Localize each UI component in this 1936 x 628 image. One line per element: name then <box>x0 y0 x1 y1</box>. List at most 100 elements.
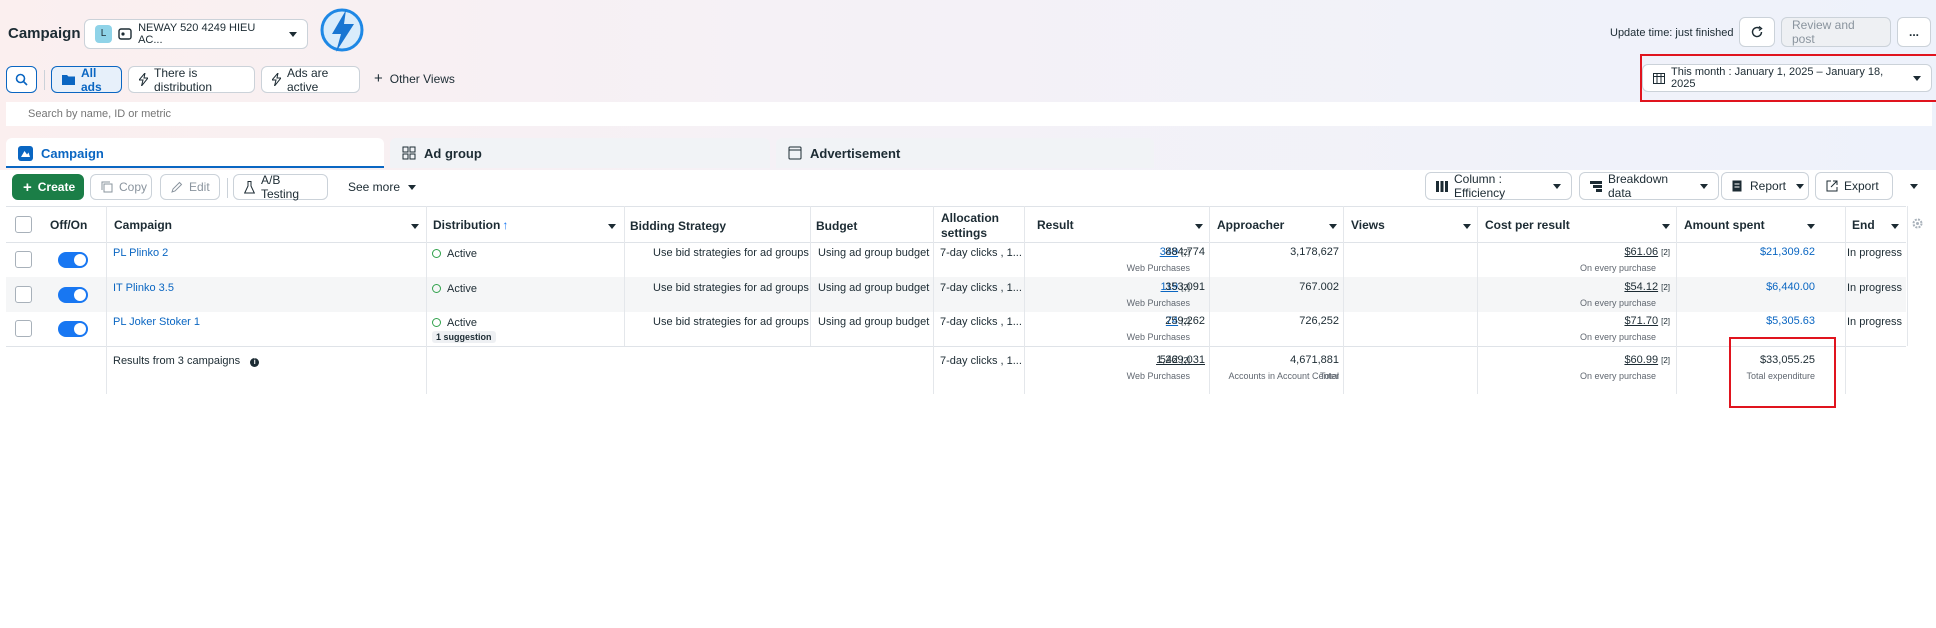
col-header-result[interactable]: Result <box>1037 218 1074 232</box>
status-dot-icon <box>432 249 441 258</box>
campaign-toggle[interactable] <box>58 252 88 268</box>
distribution-status-label: Active <box>447 283 477 295</box>
amount-spent-value[interactable]: $5,305.63 <box>1680 315 1815 327</box>
col-header-approacher[interactable]: Approacher <box>1217 218 1284 232</box>
report-label: Report <box>1750 179 1787 193</box>
col-divider <box>1024 206 1025 394</box>
view-all-ads[interactable]: All ads <box>51 66 122 94</box>
row-checkbox[interactable] <box>15 320 32 337</box>
col-header-distribution-label: Distribution <box>433 218 501 232</box>
ab-testing-button[interactable]: A/B Testing <box>233 173 328 201</box>
col-header-off-on: Off/On <box>50 218 88 232</box>
col-header-allocation-2: settings <box>941 226 988 240</box>
bolt-icon <box>139 73 148 86</box>
totals-views-sub: Total <box>1319 371 1339 381</box>
other-views-button[interactable]: + Other Views <box>374 71 455 86</box>
chevron-down-icon[interactable] <box>1807 224 1815 229</box>
create-button[interactable]: + Create <box>12 174 84 200</box>
allocation-settings: 7-day clicks , 1... <box>940 282 1022 294</box>
select-all-checkbox[interactable] <box>15 216 32 233</box>
info-icon[interactable]: i <box>250 358 260 367</box>
other-views-label: Other Views <box>389 72 455 86</box>
report-button[interactable]: Report <box>1721 172 1809 200</box>
chevron-down-icon[interactable] <box>1463 224 1471 229</box>
cost-sub: On every purchase <box>1579 263 1656 273</box>
search-button[interactable] <box>6 66 37 93</box>
chevron-down-icon[interactable] <box>411 224 419 229</box>
flask-icon <box>244 180 255 194</box>
totals-cost-note: [2] <box>1661 356 1670 365</box>
export-icon <box>1826 180 1838 192</box>
campaign-name-link[interactable]: PL Joker Stoker 1 <box>113 316 200 328</box>
chevron-down-icon[interactable] <box>608 224 616 229</box>
campaign-name-link[interactable]: IT Plinko 3.5 <box>113 282 174 294</box>
cost-value-number: $61.06 <box>1624 246 1659 258</box>
col-header-campaign[interactable]: Campaign <box>114 218 172 232</box>
column-efficiency-button[interactable]: Column : Efficiency <box>1425 172 1572 200</box>
table-totals-border <box>6 346 1906 347</box>
view-ads-are-active[interactable]: Ads are active <box>261 66 360 94</box>
amount-spent-value[interactable]: $21,309.62 <box>1680 246 1815 258</box>
amount-spent-value[interactable]: $6,440.00 <box>1680 281 1815 293</box>
create-label: Create <box>37 180 76 194</box>
chevron-down-icon[interactable] <box>1195 224 1203 229</box>
totals-allocation: 7-day clicks , 1... <box>940 355 1022 367</box>
col-header-amount-spent[interactable]: Amount spent <box>1684 218 1765 232</box>
view-distribution-label: There is distribution <box>154 65 213 94</box>
edit-button[interactable]: Edit <box>160 174 220 200</box>
export-button[interactable]: Export <box>1815 172 1893 200</box>
col-divider <box>106 206 107 394</box>
breakdown-data-button[interactable]: Breakdown data <box>1579 172 1719 200</box>
plus-icon: + <box>23 178 32 196</box>
see-more-button[interactable]: See more <box>348 180 417 194</box>
col-header-end[interactable]: End <box>1852 218 1875 232</box>
distribution-status: Active <box>432 283 477 295</box>
col-header-cost-per-result[interactable]: Cost per result <box>1485 218 1570 232</box>
chevron-down-icon[interactable] <box>1662 224 1670 229</box>
tab-ad-group[interactable]: Ad group <box>390 138 770 168</box>
col-divider <box>1845 206 1846 394</box>
col-header-distribution[interactable]: Distribution ↑ <box>433 218 508 232</box>
review-and-post-button[interactable]: Review and post <box>1781 17 1891 47</box>
distribution-status-label: Active <box>447 248 477 260</box>
search-input[interactable] <box>6 102 1932 126</box>
ab-testing-label: A/B Testing <box>261 173 300 201</box>
totals-approacher-number: 1,269,031 <box>1156 354 1205 366</box>
copy-button[interactable]: Copy <box>90 174 152 200</box>
cost-per-result-value: $71.70 [2] <box>1480 315 1670 327</box>
settings-gear-icon[interactable] <box>1912 218 1923 229</box>
col-divider <box>624 206 625 346</box>
toolbar-more-button[interactable] <box>1898 172 1930 200</box>
tab-campaign[interactable]: Campaign <box>6 138 384 168</box>
refresh-button[interactable] <box>1739 17 1775 47</box>
col-divider <box>810 206 811 346</box>
cost-per-result-value: $61.06 [2] <box>1480 246 1670 258</box>
chevron-down-icon[interactable] <box>1891 224 1899 229</box>
totals-views: 4,671,881 <box>1290 354 1339 366</box>
campaign-toggle[interactable] <box>58 321 88 337</box>
more-options-button[interactable]: ... <box>1897 17 1931 47</box>
end-status: In progress <box>1847 247 1903 259</box>
status-dot-icon <box>432 284 441 293</box>
suggestion-badge[interactable]: 1 suggestion <box>432 331 496 343</box>
col-header-budget[interactable]: Budget <box>816 219 857 233</box>
view-there-is-distribution[interactable]: There is distribution <box>128 65 255 94</box>
divider <box>44 70 45 90</box>
chevron-down-icon[interactable] <box>1329 224 1337 229</box>
campaign-toggle[interactable] <box>58 287 88 303</box>
campaign-name-link[interactable]: PL Plinko 2 <box>113 247 168 259</box>
col-header-allocation[interactable]: Allocation <box>941 211 999 225</box>
approacher-value: 884,774 <box>1165 246 1205 258</box>
folder-icon <box>62 74 75 85</box>
col-header-views[interactable]: Views <box>1351 218 1385 232</box>
allocation-settings: 7-day clicks , 1... <box>940 247 1022 259</box>
report-icon <box>1732 180 1744 192</box>
tab-advertisement[interactable]: Advertisement <box>776 138 1154 168</box>
row-checkbox[interactable] <box>15 286 32 303</box>
col-header-bidding-strategy[interactable]: Bidding Strategy <box>630 219 726 233</box>
row-checkbox[interactable] <box>15 251 32 268</box>
date-range-highlight <box>1640 54 1936 102</box>
see-more-label: See more <box>348 180 401 194</box>
account-selector[interactable]: L NEWAY 520 4249 HIEU AC... <box>84 19 308 49</box>
budget: Using ad group budget <box>818 282 930 294</box>
